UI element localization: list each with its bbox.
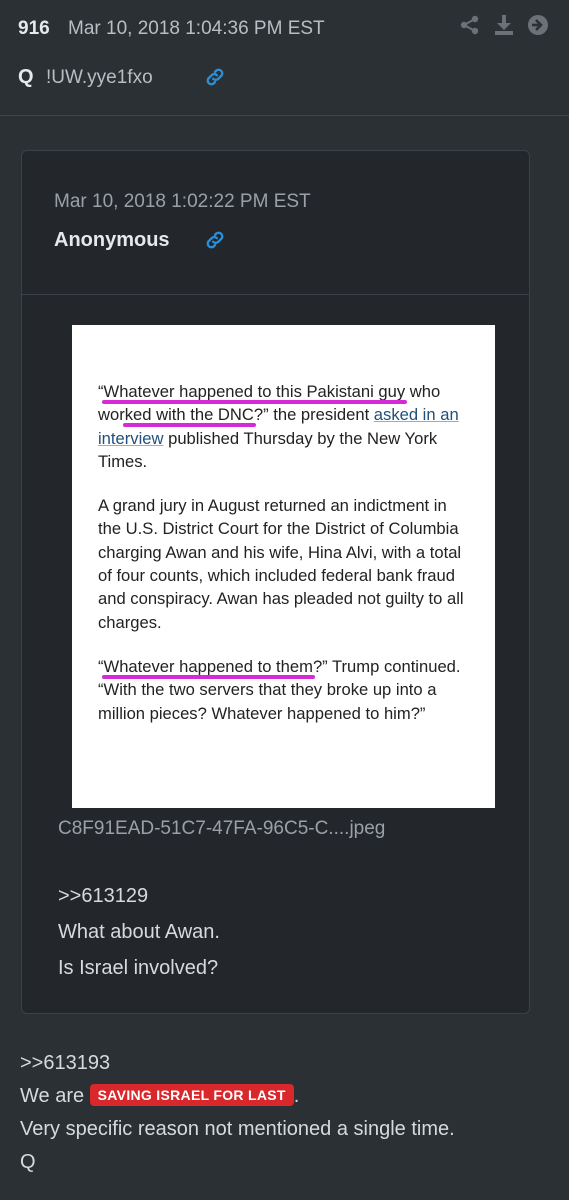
reply-link[interactable]: >>613129 (58, 878, 220, 914)
attached-image[interactable]: “Whatever happened to this Pakistani guy… (72, 325, 495, 808)
post-line: Very specific reason not mentioned a sin… (20, 1118, 455, 1140)
post-date: Mar 10, 2018 1:04:36 PM EST (68, 18, 325, 39)
highlight-underline: Whatever happened to this Pakistani guy (103, 382, 406, 401)
post-header: 916 Mar 10, 2018 1:04:36 PM EST Q !UW.yy… (18, 12, 551, 92)
arrow-right-circle-icon[interactable] (527, 14, 549, 36)
post-signature: Q (20, 1151, 36, 1173)
red-highlight-tag: SAVING ISRAEL FOR LAST (89, 1084, 294, 1106)
quoted-post-line: What about Awan. (58, 921, 220, 943)
reply-link[interactable]: >>613193 (20, 1047, 455, 1080)
image-paragraph-1: “Whatever happened to this Pakistani guy… (98, 382, 459, 471)
highlight-underline: ked with the DNC (124, 405, 254, 425)
quoted-post-line: Is Israel involved? (58, 957, 219, 979)
attachment-filename[interactable]: C8F91EAD-51C7-47FA-96C5-C....jpeg (58, 818, 385, 840)
post-actions (459, 14, 549, 36)
quoted-post-divider (22, 294, 529, 295)
highlight-underline: Whatever happened to them (103, 656, 313, 676)
header-divider (0, 115, 569, 116)
post-body: >>613193 We are SAVING ISRAEL FOR LAST. … (20, 1047, 455, 1179)
quoted-post-body: >>613129 What about Awan. Is Israel invo… (58, 878, 220, 986)
image-paragraph-2: A grand jury in August returned an indic… (98, 496, 464, 632)
image-paragraph-3: “Whatever happened to them?” Trump conti… (98, 656, 461, 723)
author-name: Q (18, 66, 34, 88)
quoted-post-date: Mar 10, 2018 1:02:22 PM EST (54, 191, 311, 212)
link-icon[interactable] (204, 66, 226, 88)
post-line: We are SAVING ISRAEL FOR LAST. (20, 1084, 300, 1107)
link-icon[interactable] (204, 229, 226, 251)
tripcode: !UW.yye1fxo (46, 67, 153, 88)
share-icon[interactable] (459, 14, 481, 36)
download-icon[interactable] (493, 14, 515, 36)
quoted-post: Mar 10, 2018 1:02:22 PM EST Anonymous “W… (21, 150, 530, 1014)
post-number[interactable]: 916 (18, 18, 50, 40)
quoted-post-author: Anonymous (54, 229, 170, 251)
